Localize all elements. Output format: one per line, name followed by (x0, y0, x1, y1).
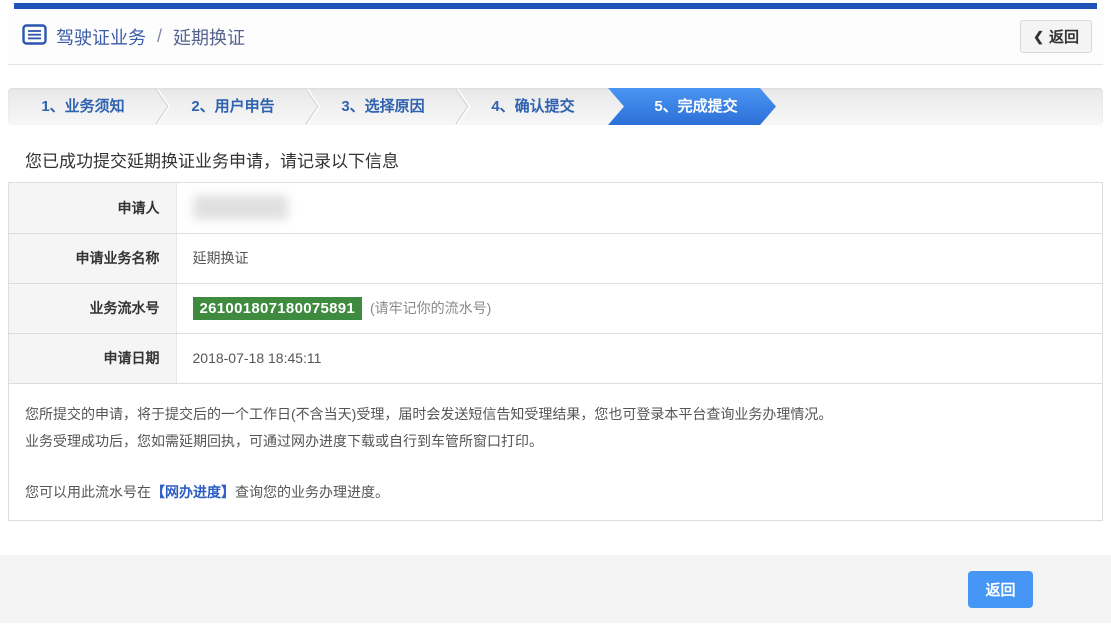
breadcrumb: 驾驶证业务 / 延期换证 (22, 24, 245, 50)
page-header: 驾驶证业务 / 延期换证 ❮ 返回 (8, 9, 1103, 65)
table-row: 申请业务名称 延期换证 (9, 233, 1102, 283)
step-progress-bar: 1、业务须知 2、用户申告 3、选择原因 4、确认提交 5、完成提交 (8, 88, 1103, 125)
notes-section: 您所提交的申请，将于提交后的一个工作日(不含当天)受理，届时会发送短信告知受理结… (9, 384, 1102, 520)
application-date-label: 申请日期 (9, 333, 176, 383)
step-divider-icon (304, 88, 322, 125)
table-row: 申请日期 2018-07-18 18:45:11 (9, 333, 1102, 383)
progress-note: 您可以用此流水号在【网办进度】查询您的业务办理进度。 (25, 479, 1086, 506)
application-info-panel: 申请人 申请业务名称 延期换证 业务流水号 261001807180075891… (8, 182, 1103, 521)
breadcrumb-separator: / (157, 26, 162, 47)
footer-action-bar: 返回 (0, 555, 1111, 623)
step-2-user-declaration: 2、用户申告 (158, 88, 308, 125)
step-3-select-reason: 3、选择原因 (308, 88, 458, 125)
chevron-left-icon: ❮ (1033, 29, 1044, 45)
serial-number-note: (请牢记你的流水号) (370, 300, 491, 316)
step-5-complete-submit-active: 5、完成提交 (608, 88, 776, 125)
page-title: 驾驶证业务 (56, 24, 146, 50)
step-1-business-notice: 1、业务须知 (8, 88, 158, 125)
table-row: 申请人 (9, 183, 1102, 233)
progress-note-prefix: 您可以用此流水号在 (25, 484, 151, 500)
page-subtitle: 延期换证 (173, 24, 245, 50)
serial-number-label: 业务流水号 (9, 283, 176, 333)
back-button[interactable]: ❮ 返回 (1020, 20, 1092, 53)
progress-note-suffix: 查询您的业务办理进度。 (235, 484, 389, 500)
success-message: 您已成功提交延期换证业务申请，请记录以下信息 (8, 147, 1103, 172)
business-name-label: 申请业务名称 (9, 233, 176, 283)
step-divider-icon (454, 88, 472, 125)
page: 驾驶证业务 / 延期换证 ❮ 返回 1、业务须知 2、用户申告 3、选择原因 4… (0, 3, 1111, 627)
business-name-value: 延期换证 (176, 233, 1102, 283)
back-button-label: 返回 (1049, 26, 1079, 47)
list-icon (22, 24, 47, 50)
application-date-value: 2018-07-18 18:45:11 (176, 333, 1102, 383)
applicant-label: 申请人 (9, 183, 176, 233)
application-info-table: 申请人 申请业务名称 延期换证 业务流水号 261001807180075891… (9, 183, 1102, 384)
table-row: 业务流水号 261001807180075891 (请牢记你的流水号) (9, 283, 1102, 333)
serial-number-badge: 261001807180075891 (193, 297, 363, 320)
note-processing: 您所提交的申请，将于提交后的一个工作日(不含当天)受理，届时会发送短信告知受理结… (25, 401, 1086, 428)
step-divider-icon (154, 88, 172, 125)
redacted-applicant-name (193, 195, 288, 220)
online-progress-link[interactable]: 【网办进度】 (151, 484, 235, 500)
note-receipt: 业务受理成功后，您如需延期回执，可通过网办进度下载或自行到车管所窗口打印。 (25, 428, 1086, 455)
return-button[interactable]: 返回 (968, 571, 1033, 608)
step-4-confirm-submit: 4、确认提交 (458, 88, 608, 125)
